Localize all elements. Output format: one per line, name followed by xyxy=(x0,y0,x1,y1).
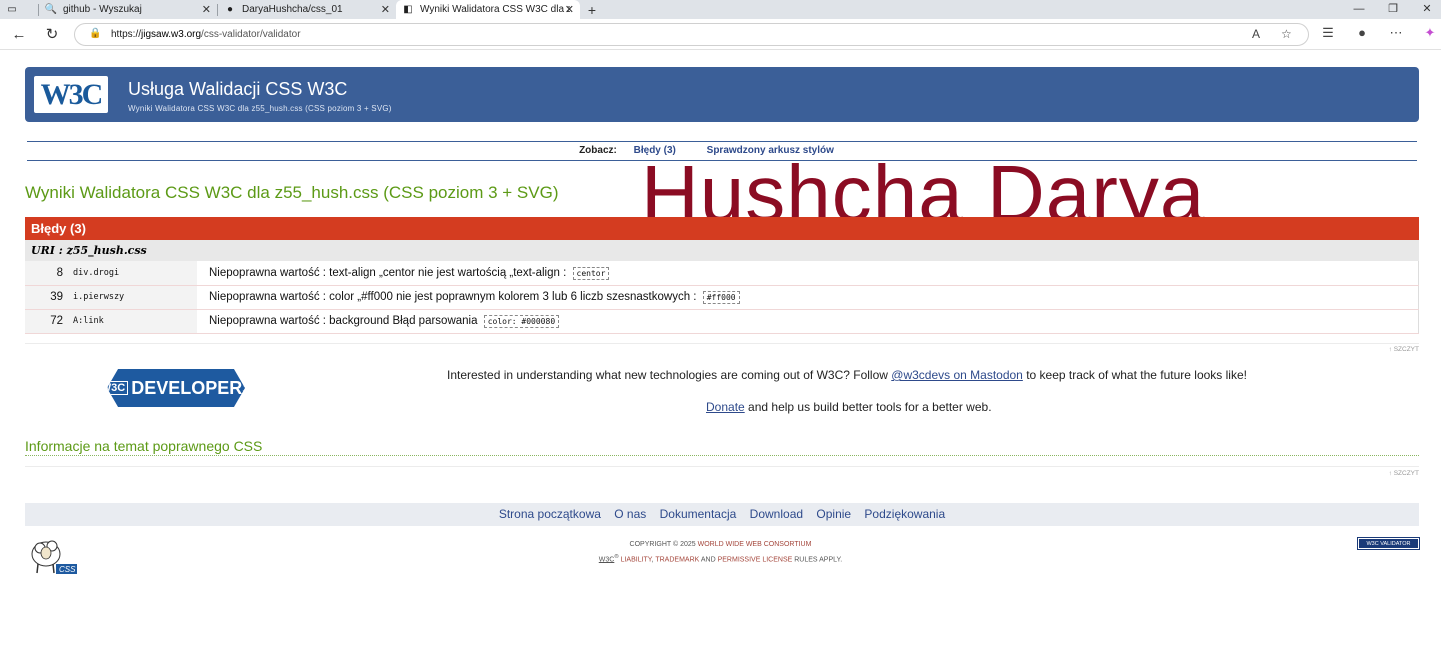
developers-message: Interested in understanding what new tec… xyxy=(447,368,1247,382)
error-message: Niepoprawna wartość : text-align „centor… xyxy=(197,261,1419,286)
tab-actions-button[interactable]: ▭ xyxy=(0,0,38,19)
tab-github-repo[interactable]: ● DaryaHushcha/css_01 ✕ xyxy=(218,0,396,19)
error-message: Niepoprawna wartość : background Błąd pa… xyxy=(197,309,1419,334)
header-banner: W3C Usługa Walidacji CSS W3C Wyniki Wali… xyxy=(25,67,1419,122)
back-to-top-link[interactable]: ↑ SZCZYT xyxy=(1389,470,1419,477)
divider xyxy=(27,141,1417,142)
table-row: 8 div.drogi Niepoprawna wartość : text-a… xyxy=(25,261,1419,286)
see-label: Zobacz: xyxy=(579,145,617,156)
selector-context: A:link xyxy=(67,309,197,334)
profile-avatar-icon[interactable]: ● xyxy=(1352,25,1372,40)
w3c-mark[interactable]: W3C xyxy=(599,556,615,563)
restore-button[interactable]: ❐ xyxy=(1378,0,1408,19)
close-icon[interactable]: ✕ xyxy=(381,3,390,16)
tab-github-search[interactable]: 🔍 github - Wyszukaj ✕ xyxy=(39,0,217,19)
results-title: Wyniki Walidatora CSS W3C dla z55_hush.c… xyxy=(25,183,559,202)
back-button[interactable]: ← xyxy=(8,24,30,46)
info-title[interactable]: Informacje na temat poprawnego CSS xyxy=(25,438,262,454)
banner-subtitle: Wyniki Walidatora CSS W3C dla z55_hush.c… xyxy=(128,104,392,113)
w3c-consortium-link[interactable]: WORLD WIDE WEB CONSORTIUM xyxy=(698,541,812,548)
footer-link-feedback[interactable]: Opinie xyxy=(816,507,851,521)
footer-link-home[interactable]: Strona początkowa xyxy=(499,507,601,521)
copilot-icon[interactable]: ✦ xyxy=(1420,25,1440,41)
close-icon[interactable]: ✕ xyxy=(202,3,211,16)
github-icon: ● xyxy=(226,4,234,15)
uri-row: URI : z55_hush.css xyxy=(25,240,1419,261)
lock-icon: 🔒 xyxy=(89,28,102,39)
footer-link-credits[interactable]: Podziękowania xyxy=(864,507,945,521)
divider xyxy=(25,466,1419,467)
divider xyxy=(25,343,1419,344)
line-number: 72 xyxy=(25,309,67,334)
w3c-favicon-icon: ◧ xyxy=(403,4,413,15)
selector-context: div.drogi xyxy=(67,261,197,286)
error-code: #ff000 xyxy=(702,291,740,304)
errors-table: 8 div.drogi Niepoprawna wartość : text-a… xyxy=(25,261,1419,334)
back-to-top-link[interactable]: ↑ SZCZYT xyxy=(1389,346,1419,353)
url-text: https://jigsaw.w3.org/css-validator/vali… xyxy=(111,29,301,40)
trademark-link[interactable]: TRADEMARK xyxy=(655,556,699,563)
footer-link-about[interactable]: O nas xyxy=(614,507,646,521)
footer-nav: Strona początkowa O nas Dokumentacja Dow… xyxy=(25,503,1419,526)
line-number: 8 xyxy=(25,261,67,286)
favorite-star-icon[interactable]: ☆ xyxy=(1281,27,1292,41)
tab-actions-icon: ▭ xyxy=(7,4,17,15)
donate-message: Donate and help us build better tools fo… xyxy=(706,400,992,414)
w3c-logo[interactable]: W3C xyxy=(34,76,108,113)
donate-link[interactable]: Donate xyxy=(706,400,745,414)
validator-badge[interactable]: W3C VALIDATOR xyxy=(1357,537,1420,550)
footer-link-docs[interactable]: Dokumentacja xyxy=(660,507,737,521)
minimize-button[interactable]: — xyxy=(1344,0,1374,19)
new-tab-button[interactable]: + xyxy=(580,2,604,18)
address-bar-row: ← ↻ 🔒 https://jigsaw.w3.org/css-validato… xyxy=(0,19,1441,50)
url-field[interactable]: 🔒 https://jigsaw.w3.org/css-validator/va… xyxy=(74,23,1309,46)
dotted-divider xyxy=(25,455,1419,456)
line-number: 39 xyxy=(25,285,67,310)
tab-title: Wyniki Walidatora CSS W3C dla z xyxy=(420,4,570,15)
selector-context: i.pierwszy xyxy=(67,285,197,310)
more-icon[interactable]: ⋯ xyxy=(1386,25,1406,41)
close-icon[interactable]: ✕ xyxy=(565,3,574,16)
error-code: color: #000080 xyxy=(483,315,560,328)
error-message: Niepoprawna wartość : color „#ff000 nie … xyxy=(197,285,1419,310)
svg-text:CSS: CSS xyxy=(59,565,76,574)
tab-bar: ▭ 🔍 github - Wyszukaj ✕ ● DaryaHushcha/c… xyxy=(0,0,1441,19)
copyright: COPYRIGHT © 2025 WORLD WIDE WEB CONSORTI… xyxy=(598,541,843,564)
footer-link-download[interactable]: Download xyxy=(750,507,803,521)
table-row: 39 i.pierwszy Niepoprawna wartość : colo… xyxy=(25,285,1419,310)
banner-title: Usługa Walidacji CSS W3C xyxy=(128,79,348,99)
mastodon-link[interactable]: @w3cdevs on Mastodon xyxy=(891,368,1023,382)
errors-header: Błędy (3) xyxy=(25,217,1419,240)
page-content: W3C Usługa Walidacji CSS W3C Wyniki Wali… xyxy=(0,50,1441,670)
license-link[interactable]: PERMISSIVE LICENSE xyxy=(718,556,793,563)
read-aloud-icon[interactable]: A xyxy=(1252,27,1260,41)
liability-link[interactable]: LIABILITY xyxy=(619,556,652,563)
w3c-developers-logo[interactable]: W3C DEVELOPERS xyxy=(107,369,245,407)
search-icon: 🔍 xyxy=(44,4,58,15)
favorites-icon[interactable]: ☰ xyxy=(1318,25,1338,41)
error-code: centor xyxy=(572,266,610,280)
reload-button[interactable]: ↻ xyxy=(41,24,63,46)
tab-title: github - Wyszukaj xyxy=(63,4,142,15)
close-window-button[interactable]: ✕ xyxy=(1412,0,1441,19)
tab-validator[interactable]: ◧ Wyniki Walidatora CSS W3C dla z ✕ xyxy=(396,0,580,19)
table-row: 72 A:link Niepoprawna wartość : backgrou… xyxy=(25,309,1419,334)
tab-title: DaryaHushcha/css_01 xyxy=(242,4,343,15)
